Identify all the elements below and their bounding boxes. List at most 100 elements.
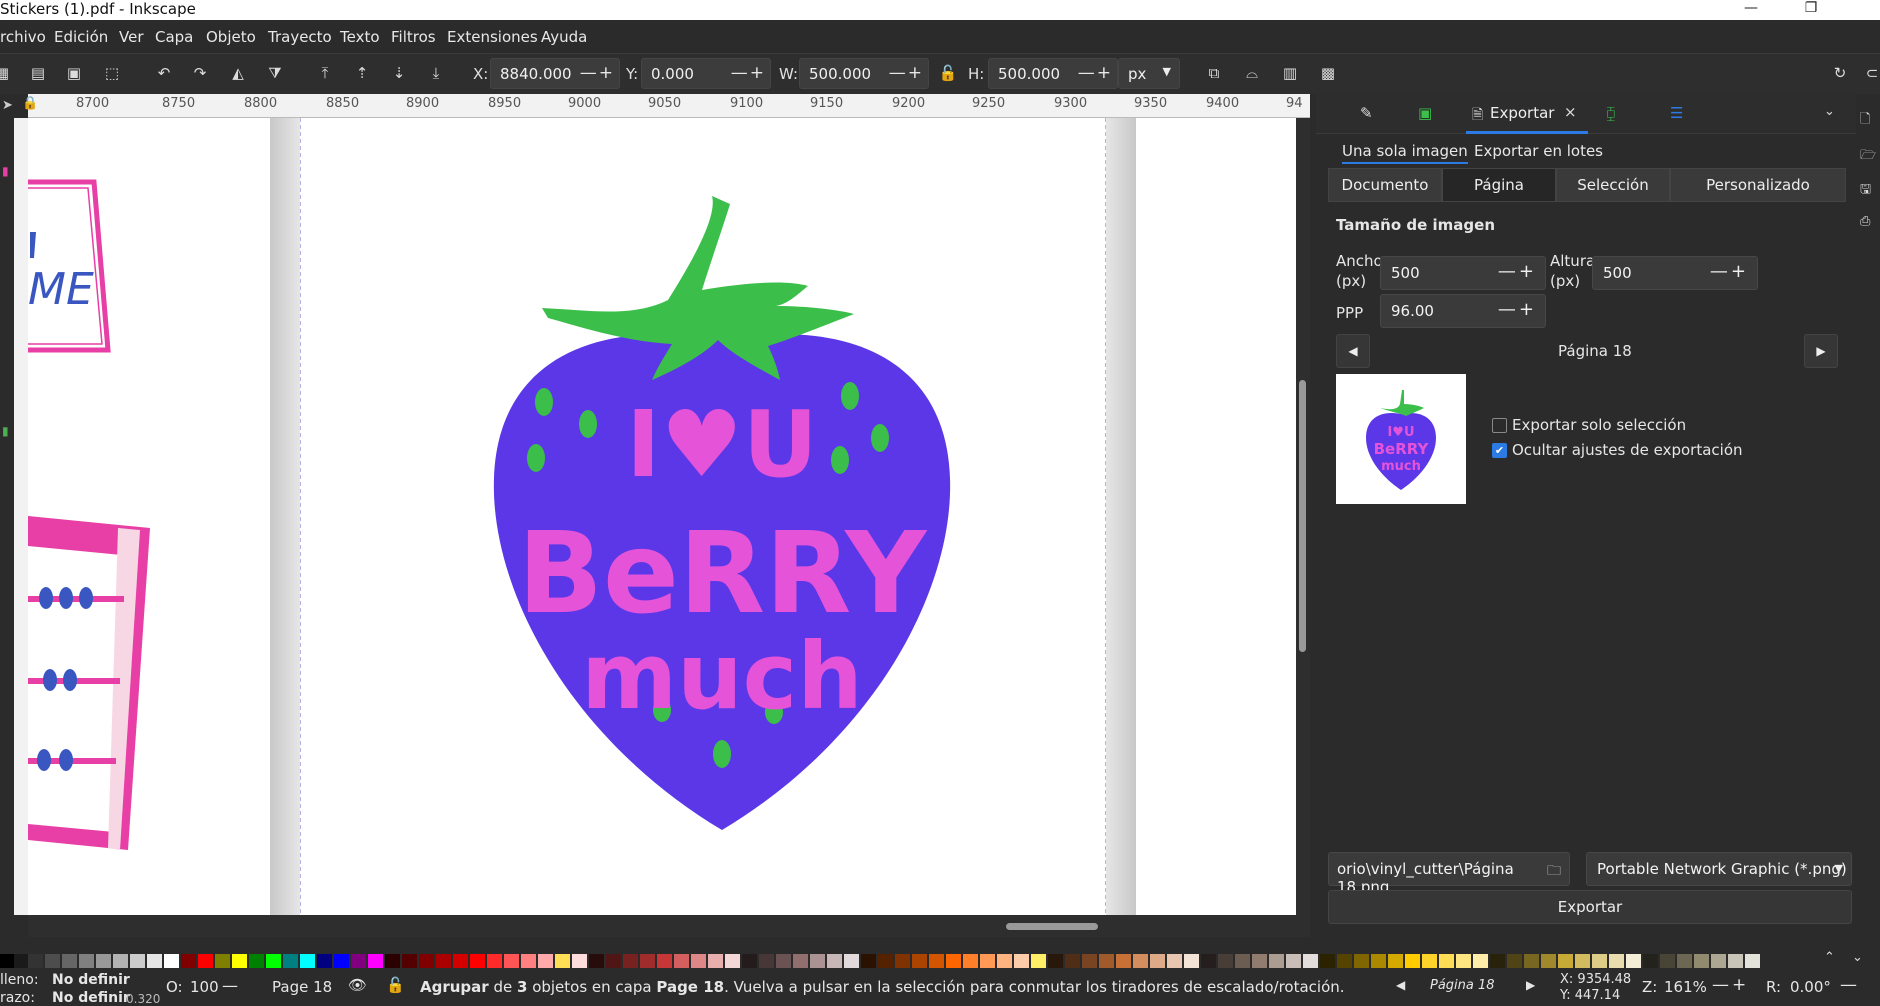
spiral-tool-icon[interactable]: ▮	[2, 424, 9, 438]
color-swatch[interactable]	[538, 954, 553, 968]
palette-scroll-down-icon[interactable]: ⌄	[1852, 950, 1863, 965]
color-swatch[interactable]	[487, 954, 502, 968]
color-swatch[interactable]	[283, 954, 298, 968]
color-swatch[interactable]	[606, 954, 621, 968]
partial-sticker-frame[interactable]: ME	[28, 179, 111, 353]
color-swatch[interactable]	[1337, 954, 1352, 968]
color-swatch[interactable]	[1150, 954, 1165, 968]
dpi-stepper[interactable]: —+	[1498, 299, 1537, 320]
color-swatch[interactable]	[1490, 954, 1505, 968]
partial-abacus-sticker[interactable]	[28, 516, 150, 850]
color-swatch[interactable]	[861, 954, 876, 968]
color-swatch[interactable]	[249, 954, 264, 968]
folder-icon[interactable]: 🗀	[1547, 860, 1561, 884]
color-swatch[interactable]	[1201, 954, 1216, 968]
color-swatch[interactable]	[1541, 954, 1556, 968]
zoom-stepper[interactable]: —+	[1712, 975, 1749, 995]
color-swatch[interactable]	[266, 954, 281, 968]
menu-layer[interactable]: Capa	[155, 28, 193, 46]
palette-scroll-up-icon[interactable]: ⌃	[1824, 950, 1835, 965]
w-stepper[interactable]: —+	[889, 63, 924, 83]
area-selection-button[interactable]: Selección	[1556, 168, 1670, 202]
next-page-button[interactable]: ▶	[1804, 334, 1838, 368]
move-gradients-icon[interactable]: ▥	[1280, 63, 1300, 83]
color-swatch[interactable]	[742, 954, 757, 968]
height-stepper[interactable]: —+	[1710, 261, 1749, 282]
color-swatch[interactable]	[1660, 954, 1675, 968]
color-swatch[interactable]	[572, 954, 587, 968]
fill-stroke-tab-icon[interactable]: ✎	[1360, 104, 1373, 122]
color-swatch[interactable]	[351, 954, 366, 968]
width-stepper[interactable]: —+	[1498, 261, 1537, 282]
export-button[interactable]: Exportar	[1328, 890, 1852, 924]
tab-export[interactable]: 🗎 Exportar ×	[1466, 94, 1588, 134]
color-swatch[interactable]	[810, 954, 825, 968]
menu-extensions[interactable]: Extensiones	[447, 28, 538, 46]
color-swatch[interactable]	[657, 954, 672, 968]
color-swatch[interactable]	[215, 954, 230, 968]
color-swatch[interactable]	[1711, 954, 1726, 968]
page-indicator[interactable]: Page 18	[272, 978, 332, 996]
color-swatch[interactable]	[79, 954, 94, 968]
menu-edit[interactable]: Edición	[54, 28, 108, 46]
color-swatch[interactable]	[1354, 954, 1369, 968]
y-stepper[interactable]: —+	[731, 63, 766, 83]
color-swatch[interactable]	[1099, 954, 1114, 968]
color-swatch[interactable]	[1728, 954, 1743, 968]
menu-path[interactable]: Trayecto	[268, 28, 332, 46]
w-field[interactable]: 500.000 —+	[799, 58, 929, 89]
color-swatch[interactable]	[419, 954, 434, 968]
export-format-select[interactable]: Portable Network Graphic (*.png) ▼	[1586, 852, 1852, 886]
h-stepper[interactable]: —+	[1078, 63, 1113, 83]
minimize-button[interactable]: —	[1731, 0, 1771, 20]
color-swatch[interactable]	[946, 954, 961, 968]
color-swatch[interactable]	[1745, 954, 1760, 968]
color-swatch[interactable]	[385, 954, 400, 968]
area-page-button[interactable]: Página	[1442, 168, 1556, 202]
color-swatch[interactable]	[453, 954, 468, 968]
snap-options-icon[interactable]: ⊂	[1862, 63, 1880, 83]
color-swatch[interactable]	[555, 954, 570, 968]
strawberry-sticker[interactable]: I♥U BeRRY much	[493, 196, 951, 830]
prev-page-icon[interactable]: ◀	[1396, 978, 1405, 992]
color-swatch[interactable]	[436, 954, 451, 968]
color-swatch[interactable]	[708, 954, 723, 968]
color-swatch[interactable]	[827, 954, 842, 968]
flip-vertical-icon[interactable]: ⧩	[265, 63, 285, 83]
horizontal-scrollbar[interactable]	[28, 915, 1310, 937]
color-swatch[interactable]	[1388, 954, 1403, 968]
color-swatch[interactable]	[1371, 954, 1386, 968]
vertical-scroll-thumb[interactable]	[1299, 380, 1306, 652]
color-swatch[interactable]	[147, 954, 162, 968]
color-swatch[interactable]	[1048, 954, 1063, 968]
move-patterns-icon[interactable]: ▩	[1318, 63, 1338, 83]
color-swatch[interactable]	[232, 954, 247, 968]
color-swatch[interactable]	[45, 954, 60, 968]
save-icon[interactable]: 🖫	[1860, 180, 1871, 202]
color-swatch[interactable]	[1303, 954, 1318, 968]
opacity-value[interactable]: 100	[190, 978, 219, 996]
color-swatch[interactable]	[759, 954, 774, 968]
color-swatch[interactable]	[1252, 954, 1267, 968]
color-swatch[interactable]	[997, 954, 1012, 968]
layers-tab-icon[interactable]: ☰	[1670, 104, 1683, 122]
color-swatch[interactable]	[1558, 954, 1573, 968]
color-swatch[interactable]	[878, 954, 893, 968]
height-field[interactable]: 500 —+	[1592, 256, 1758, 290]
color-swatch[interactable]	[1626, 954, 1641, 968]
rotate-cw-icon[interactable]: ↷	[190, 63, 210, 83]
color-swatch[interactable]	[300, 954, 315, 968]
x-stepper[interactable]: —+	[580, 63, 615, 83]
color-swatch[interactable]	[1082, 954, 1097, 968]
unit-select[interactable]: px ▼	[1118, 58, 1180, 89]
color-swatch[interactable]	[334, 954, 349, 968]
print-icon[interactable]: ⎙	[1860, 214, 1870, 229]
color-swatch[interactable]	[912, 954, 927, 968]
y-field[interactable]: 0.000 —+	[641, 58, 771, 89]
zoom-value[interactable]: 161%	[1664, 978, 1707, 996]
color-swatch[interactable]	[844, 954, 859, 968]
vertical-scrollbar[interactable]	[1296, 118, 1310, 915]
color-swatch[interactable]	[14, 954, 29, 968]
color-swatch[interactable]	[368, 954, 383, 968]
color-swatch[interactable]	[1592, 954, 1607, 968]
